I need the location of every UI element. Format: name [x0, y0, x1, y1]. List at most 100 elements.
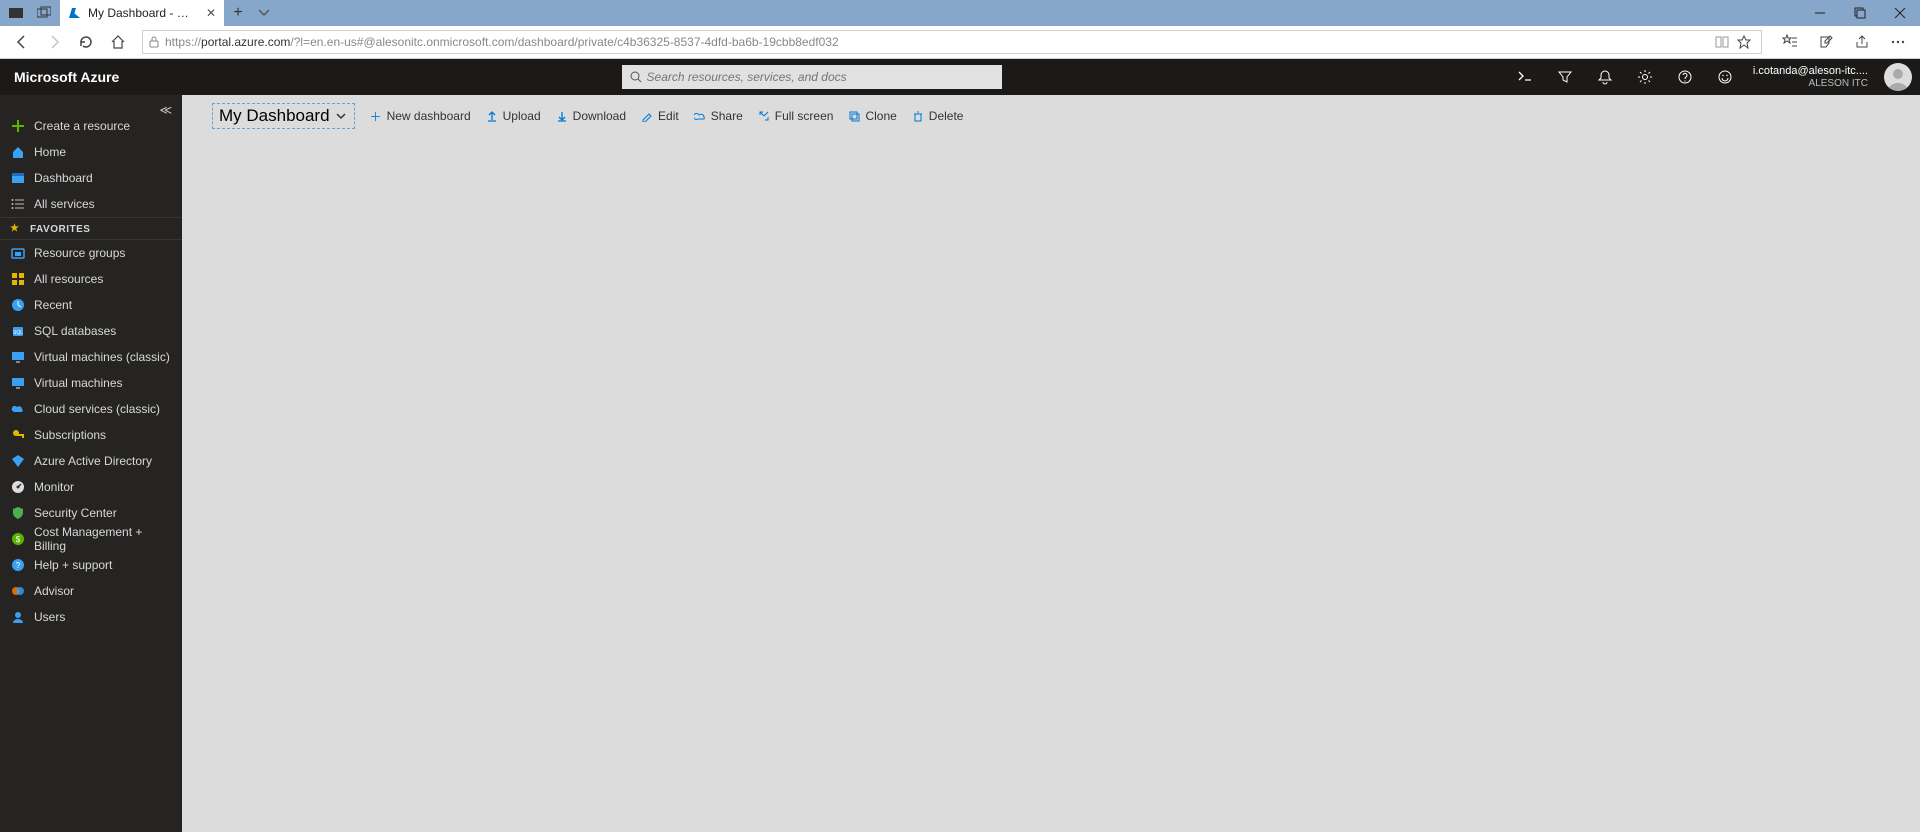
account-avatar[interactable]	[1884, 63, 1912, 91]
gauge-icon	[10, 479, 26, 495]
sql-icon: SQL	[10, 323, 26, 339]
lock-icon	[149, 36, 159, 48]
sidebar-item-users[interactable]: Users	[0, 604, 182, 630]
fullscreen-button[interactable]: Full screen	[757, 109, 834, 123]
sidebar-item-cloud-services[interactable]: Cloud services (classic)	[0, 396, 182, 422]
sidebar-item-label: All resources	[34, 272, 103, 286]
sidebar-create-resource[interactable]: Create a resource	[0, 113, 182, 139]
reading-view-icon[interactable]	[1711, 27, 1733, 57]
address-bar[interactable]: https://portal.azure.com/?l=en.en-us#@al…	[142, 30, 1762, 54]
sidebar-item-monitor[interactable]: Monitor	[0, 474, 182, 500]
sidebar-all-services[interactable]: All services	[0, 191, 182, 217]
tab-title: My Dashboard - Micros	[88, 6, 198, 20]
window-minimize-button[interactable]	[1800, 0, 1840, 26]
window-close-button[interactable]	[1880, 0, 1920, 26]
clock-icon	[10, 297, 26, 313]
app-icon[interactable]	[2, 0, 30, 26]
sidebar-item-label: Resource groups	[34, 246, 125, 260]
trash-icon	[911, 109, 925, 123]
download-icon	[555, 109, 569, 123]
sidebar-label: Home	[34, 145, 66, 159]
edit-button[interactable]: Edit	[640, 109, 679, 123]
favorites-list-icon[interactable]	[1774, 27, 1806, 57]
azure-search[interactable]	[622, 65, 1002, 89]
feedback-icon[interactable]	[1705, 59, 1745, 95]
sidebar-item-label: Help + support	[34, 558, 112, 572]
tabs-dropdown-icon[interactable]	[252, 0, 276, 26]
nav-forward-button[interactable]	[38, 27, 70, 57]
clone-button[interactable]: Clone	[847, 109, 896, 123]
dashboard-icon	[10, 170, 26, 186]
sidebar-item-label: Recent	[34, 298, 72, 312]
account-block[interactable]: i.cotanda@aleson-itc.... ALESON ITC	[1745, 65, 1876, 88]
delete-button[interactable]: Delete	[911, 109, 964, 123]
window-maximize-button[interactable]	[1840, 0, 1880, 26]
share-page-icon[interactable]	[1846, 27, 1878, 57]
dashboard-title: My Dashboard	[219, 106, 330, 126]
help-icon[interactable]	[1665, 59, 1705, 95]
sidebar-item-label: Security Center	[34, 506, 117, 520]
sidebar-item-sql[interactable]: SQLSQL databases	[0, 318, 182, 344]
chevron-down-icon	[334, 109, 348, 123]
sidebar-item-label: Virtual machines	[34, 376, 123, 390]
sidebar-item-recent[interactable]: Recent	[0, 292, 182, 318]
list-icon	[10, 196, 26, 212]
new-dashboard-button[interactable]: ＋New dashboard	[369, 109, 471, 123]
new-tab-button[interactable]: +	[224, 0, 252, 26]
sidebar-item-label: Subscriptions	[34, 428, 106, 442]
nav-back-button[interactable]	[6, 27, 38, 57]
nav-refresh-button[interactable]	[70, 27, 102, 57]
resource-groups-icon	[10, 245, 26, 261]
tab-close-icon[interactable]: ✕	[206, 6, 216, 20]
aad-icon	[10, 453, 26, 469]
sidebar-home[interactable]: Home	[0, 139, 182, 165]
dashboard-content: My Dashboard ＋New dashboard Upload Downl…	[182, 95, 1920, 832]
download-button[interactable]: Download	[555, 109, 626, 123]
task-view-icon[interactable]	[30, 0, 58, 26]
cloud-shell-icon[interactable]	[1505, 59, 1545, 95]
sidebar-dashboard[interactable]: Dashboard	[0, 165, 182, 191]
sidebar-item-aad[interactable]: Azure Active Directory	[0, 448, 182, 474]
monitor-icon	[10, 349, 26, 365]
shield-icon	[10, 505, 26, 521]
upload-button[interactable]: Upload	[485, 109, 541, 123]
sidebar-item-label: Users	[34, 610, 65, 624]
sidebar-item-label: Azure Active Directory	[34, 454, 152, 468]
settings-icon[interactable]	[1625, 59, 1665, 95]
favorite-star-icon[interactable]	[1733, 27, 1755, 57]
azure-search-input[interactable]	[647, 70, 995, 84]
svg-text:$: $	[16, 535, 21, 544]
pencil-icon	[640, 109, 654, 123]
sidebar-item-resource-groups[interactable]: Resource groups	[0, 240, 182, 266]
sidebar-label: All services	[34, 197, 95, 211]
search-icon	[630, 71, 642, 83]
url-prefix: https://	[165, 35, 201, 49]
nav-home-button[interactable]	[102, 27, 134, 57]
clone-icon	[847, 109, 861, 123]
advisor-icon	[10, 583, 26, 599]
sidebar-item-vm-classic[interactable]: Virtual machines (classic)	[0, 344, 182, 370]
sidebar-collapse-icon[interactable]: ≪	[159, 103, 172, 117]
notifications-icon[interactable]	[1585, 59, 1625, 95]
azure-brand[interactable]: Microsoft Azure	[14, 69, 119, 85]
browser-tab[interactable]: My Dashboard - Micros ✕	[60, 0, 224, 26]
dashboard-selector[interactable]: My Dashboard	[212, 103, 355, 129]
notes-icon[interactable]	[1810, 27, 1842, 57]
directory-filter-icon[interactable]	[1545, 59, 1585, 95]
more-options-icon[interactable]	[1882, 27, 1914, 57]
sidebar-item-security[interactable]: Security Center	[0, 500, 182, 526]
cloud-icon	[10, 401, 26, 417]
sidebar-item-label: Virtual machines (classic)	[34, 350, 170, 364]
sidebar-item-all-resources[interactable]: All resources	[0, 266, 182, 292]
share-icon	[693, 109, 707, 123]
sidebar-item-cost[interactable]: $Cost Management + Billing	[0, 526, 182, 552]
home-icon	[10, 144, 26, 160]
share-button[interactable]: Share	[693, 109, 743, 123]
sidebar-item-subscriptions[interactable]: Subscriptions	[0, 422, 182, 448]
sidebar-item-vm[interactable]: Virtual machines	[0, 370, 182, 396]
sidebar-item-advisor[interactable]: Advisor	[0, 578, 182, 604]
sidebar-item-label: Monitor	[34, 480, 74, 494]
svg-text:SQL: SQL	[13, 330, 23, 336]
sidebar-item-help[interactable]: ?Help + support	[0, 552, 182, 578]
azure-favicon-icon	[68, 6, 82, 20]
